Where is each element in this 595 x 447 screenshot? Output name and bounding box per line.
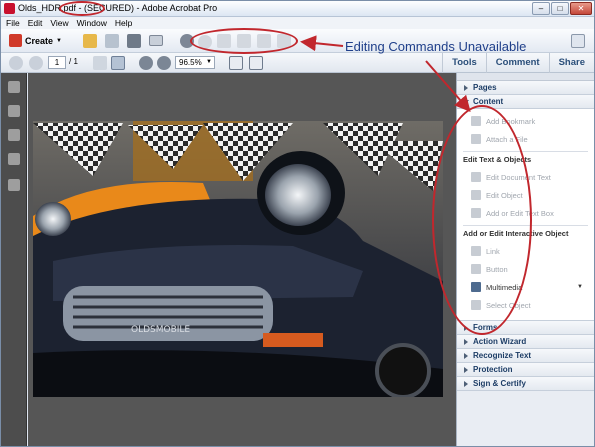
navigation-toolbar: 1 / 1 96.5% ▼ Tools Comment Share: [1, 53, 594, 73]
acrobat-window: Olds_HDR.pdf - (SECURED) - Adobe Acrobat…: [0, 0, 595, 447]
create-icon: [9, 34, 22, 47]
zoom-in-icon[interactable]: [157, 56, 171, 70]
menu-view[interactable]: View: [50, 17, 68, 29]
menu-file[interactable]: File: [6, 17, 20, 29]
acrobat-app-icon: [4, 3, 15, 14]
section-sign-certify[interactable]: Sign & Certify: [457, 377, 594, 391]
zoom-out-icon[interactable]: [139, 56, 153, 70]
menu-window[interactable]: Window: [77, 17, 107, 29]
chevron-down-icon: ▼: [56, 37, 62, 44]
fit-width-icon[interactable]: [249, 56, 263, 70]
bookmarks-icon[interactable]: [8, 129, 20, 141]
tab-share[interactable]: Share: [548, 53, 594, 73]
page-total: / 1: [69, 57, 78, 66]
car-photo: OLDSMOBILE: [33, 121, 443, 397]
section-pages[interactable]: Pages: [457, 81, 594, 95]
hand-icon[interactable]: [8, 81, 20, 93]
content-panel-highlight: [432, 105, 532, 335]
app-name: Adobe Acrobat Pro: [141, 3, 218, 13]
annotation-label: Editing Commands Unavailable: [345, 39, 527, 54]
task-tabs: Tools Comment Share: [442, 53, 594, 73]
window-title: Olds_HDR.pdf - (SECURED) - Adobe Acrobat…: [18, 3, 217, 13]
menu-help[interactable]: Help: [115, 17, 132, 29]
minimize-button[interactable]: –: [532, 2, 550, 15]
fullscreen-icon[interactable]: [571, 34, 585, 48]
open-folder-icon[interactable]: [83, 34, 97, 48]
secured-tag-highlight: [59, 1, 105, 16]
document-view[interactable]: OLDSMOBILE: [28, 73, 456, 446]
fit-page-icon[interactable]: [229, 56, 243, 70]
navigation-pane: [1, 73, 27, 446]
create-button[interactable]: Create ▼: [9, 34, 62, 47]
pane-options-bar: [457, 73, 594, 81]
maximize-button[interactable]: □: [551, 2, 569, 15]
next-page-icon[interactable]: [29, 56, 43, 70]
grille-emblem-text: OLDSMOBILE: [131, 325, 190, 335]
chevron-down-icon: ▼: [206, 59, 212, 65]
tab-tools[interactable]: Tools: [442, 53, 486, 73]
email-icon[interactable]: [149, 35, 163, 46]
create-label: Create: [25, 35, 54, 46]
zoom-value: 96.5%: [179, 58, 202, 67]
select-cursor-icon[interactable]: [93, 56, 107, 70]
title-separator-2: -: [134, 3, 142, 13]
zoom-level-select[interactable]: 96.5% ▼: [175, 56, 215, 69]
window-controls: – □ ✕: [532, 2, 592, 15]
signatures-icon[interactable]: [8, 179, 20, 191]
tab-comment[interactable]: Comment: [485, 53, 549, 73]
menu-bar: File Edit View Window Help: [1, 17, 594, 29]
close-button[interactable]: ✕: [570, 2, 592, 15]
disabled-commands-highlight: [190, 28, 298, 54]
attachments-icon[interactable]: [8, 153, 20, 165]
print-icon[interactable]: [127, 34, 141, 48]
previous-page-icon[interactable]: [9, 56, 23, 70]
hand-tool-icon[interactable]: [111, 56, 125, 70]
page-thumbnails-icon[interactable]: [8, 105, 20, 117]
section-protection[interactable]: Protection: [457, 363, 594, 377]
page-number-input[interactable]: 1: [48, 56, 66, 69]
section-action-wizard[interactable]: Action Wizard: [457, 335, 594, 349]
menu-edit[interactable]: Edit: [28, 17, 43, 29]
chevron-down-icon: ▼: [577, 284, 583, 290]
car-image-drawing: OLDSMOBILE: [33, 121, 443, 397]
save-icon[interactable]: [105, 34, 119, 48]
section-recognize-text[interactable]: Recognize Text: [457, 349, 594, 363]
